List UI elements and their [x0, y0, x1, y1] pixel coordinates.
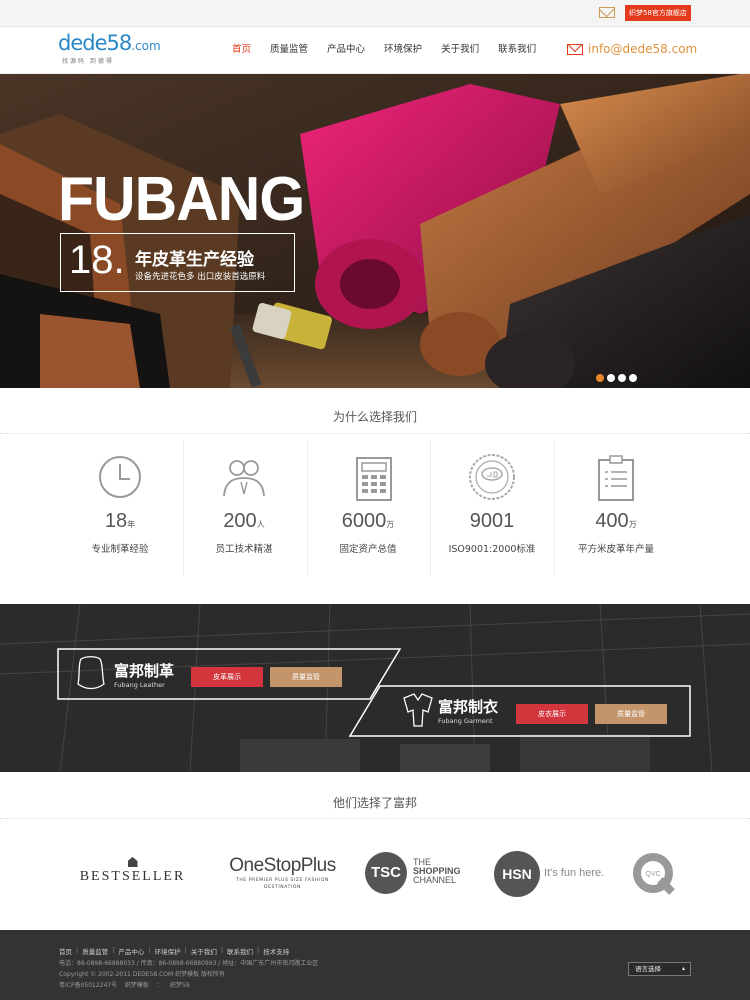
why-section-title: 为什么选择我们 [332, 410, 417, 424]
people-icon [182, 452, 306, 502]
top-bar: 织梦58官方旗舰店 [0, 0, 750, 27]
stat-unit: 年 [127, 520, 136, 529]
clipboard-icon [554, 452, 678, 502]
site-footer: 首页 | 质量监管 | 产品中心 | 环境保护 | 关于我们 | 联系我们 | 技术支持 电… [0, 930, 750, 1000]
garment-subtitle: Fubang Garment [438, 717, 493, 725]
clock-icon [58, 452, 182, 502]
logo-text: dede58 [58, 31, 132, 55]
hsn-badge: HSN [494, 851, 540, 897]
leather-title: 富邦制革 [114, 662, 175, 680]
footer-copyright: Copyright © 2002-2011 DEDE58.COM 织梦模板 版权… [59, 971, 226, 978]
calculator-icon [306, 452, 430, 502]
qvc-icon: QVC [633, 853, 675, 895]
stat-label: 平方米皮革年产量 [577, 544, 654, 555]
stat-unit: 万 [386, 520, 395, 529]
leather-subtitle: Fubang Leather [114, 681, 165, 689]
client-logo-tagline: THE PREMIER PLUS SIZE FASHION DESTINATIO… [236, 878, 329, 890]
nav-home[interactable]: 首页 [232, 43, 251, 57]
leather-display-button[interactable]: 皮革展示 [191, 667, 263, 687]
clients-section-title: 他们选择了富邦 [332, 796, 417, 810]
banner-caption-box: 18. 年皮革生产经验 设备先进花色多 出口皮装首选原料 [60, 233, 295, 292]
footer-icp: 粤ICP备05012247号 织梦模板 ： 织梦58 [59, 982, 190, 989]
client-logo-hsn[interactable]: HSN It's fun here. [494, 851, 614, 897]
garment-display-button[interactable]: 皮衣展示 [516, 704, 588, 724]
logo-tagline: 找源码 到德得 [62, 58, 114, 65]
banner-subline: 设备先进花色多 出口皮装首选原料 [135, 272, 266, 282]
footer-link-products[interactable]: 产品中心 [118, 946, 144, 956]
client-logo-text: OneStopPlus [229, 855, 336, 876]
nav-about[interactable]: 关于我们 [441, 43, 479, 57]
banner-number: 18. [69, 238, 125, 282]
logo-domain: .com [131, 39, 161, 53]
nav-environment[interactable]: 环境保护 [384, 43, 422, 57]
nav-products[interactable]: 产品中心 [327, 43, 365, 57]
stat-number: 9001 [469, 510, 515, 532]
slider-dot[interactable] [629, 374, 637, 382]
slider-dot[interactable] [596, 374, 604, 382]
slider-dot[interactable] [607, 374, 615, 382]
language-select-label: 语言选择 [635, 965, 661, 973]
site-header: dede58.com 找源码 到德得 首页 质量监管 产品中心 环境保护 关于我… [0, 27, 750, 74]
client-logo-bestseller[interactable]: BESTSELLER [70, 857, 195, 885]
client-logo-tagline: It's fun here. [544, 867, 605, 879]
leather-quality-button[interactable]: 质量监管 [270, 667, 342, 687]
house-icon [127, 857, 138, 867]
nav-quality[interactable]: 质量监管 [270, 43, 308, 57]
client-logo-tsc[interactable]: TSC THE SHOPPING CHANNEL [365, 852, 475, 896]
footer-link-support[interactable]: 技术支持 [263, 946, 289, 956]
client-logo-text: QVC [645, 871, 660, 878]
hero-banner[interactable]: FUBANG 18. 年皮革生产经验 设备先进花色多 出口皮装首选原料 [0, 74, 750, 388]
client-logo-text: CHANNEL [413, 875, 457, 885]
stat-label: 固定资产总值 [339, 544, 397, 555]
header-email-link[interactable]: info@dede58.com [588, 42, 697, 56]
stat-number: 400 [595, 510, 629, 532]
email-icon [567, 44, 583, 55]
footer-link-quality[interactable]: 质量监管 [82, 946, 108, 956]
banner-title: FUBANG [58, 165, 305, 234]
stat-output: 400万 平方米皮革年产量 [554, 452, 678, 555]
flagship-store-link[interactable]: 织梦58官方旗舰店 [625, 5, 691, 21]
stat-label: 专业制革经验 [91, 544, 149, 555]
garment-quality-button[interactable]: 质量监管 [595, 704, 667, 724]
stat-unit: 万 [628, 520, 637, 529]
stat-number: 18 [104, 510, 128, 532]
leather-heading: 富邦制革 Fubang Leather [114, 660, 174, 689]
garment-heading: 富邦制衣 Fubang Garment [438, 696, 498, 725]
stat-number: 200 [223, 510, 257, 532]
slider-dots [596, 374, 637, 382]
divider [0, 818, 750, 819]
main-nav: 首页 质量监管 产品中心 环境保护 关于我们 联系我们 [232, 43, 555, 57]
footer-link-home[interactable]: 首页 [59, 946, 72, 956]
stat-iso: 9001 ISO9001:2000标准 [430, 452, 554, 555]
language-select[interactable]: 语言选择 ▴ [628, 962, 691, 976]
client-logo-qvc[interactable]: QVC [632, 852, 676, 896]
mail-icon[interactable] [599, 7, 615, 18]
stat-number: 6000 [341, 510, 387, 532]
client-logo-onestopplus[interactable]: OneStopPlus THE PREMIER PLUS SIZE FASHIO… [225, 855, 340, 891]
stat-unit: 人 [256, 520, 265, 529]
footer-link-contact[interactable]: 联系我们 [227, 946, 253, 956]
chevron-up-icon: ▴ [681, 965, 685, 972]
footer-link-about[interactable]: 关于我们 [191, 946, 217, 956]
site-logo[interactable]: dede58.com 找源码 到德得 [58, 31, 170, 67]
footer-link-environment[interactable]: 环境保护 [155, 946, 181, 956]
stat-label: 员工技术精湛 [215, 544, 273, 555]
stat-label: ISO9001:2000标准 [448, 544, 536, 555]
stat-staff: 200人 员工技术精湛 [182, 452, 306, 555]
stat-assets: 6000万 固定资产总值 [306, 452, 430, 555]
footer-links: 首页 | 质量监管 | 产品中心 | 环境保护 | 关于我们 | 联系我们 | 技术支持 [59, 946, 290, 956]
stat-experience: 18年 专业制革经验 [58, 452, 182, 555]
factory-background [0, 604, 750, 772]
garment-title: 富邦制衣 [438, 698, 499, 716]
factory-band: 富邦制革 Fubang Leather 皮革展示 质量监管 富邦制衣 Fuban… [0, 604, 750, 772]
divider [0, 433, 750, 434]
tsc-badge: TSC [365, 852, 407, 894]
iso-seal-icon [430, 452, 554, 502]
footer-contact: 电话：86-0898-66888033 / 传真：86-0898-6688099… [59, 960, 319, 967]
client-logo-text: BESTSELLER [79, 869, 186, 884]
nav-contact[interactable]: 联系我们 [498, 43, 536, 57]
slider-dot[interactable] [618, 374, 626, 382]
banner-headline: 年皮革生产经验 [135, 250, 254, 270]
